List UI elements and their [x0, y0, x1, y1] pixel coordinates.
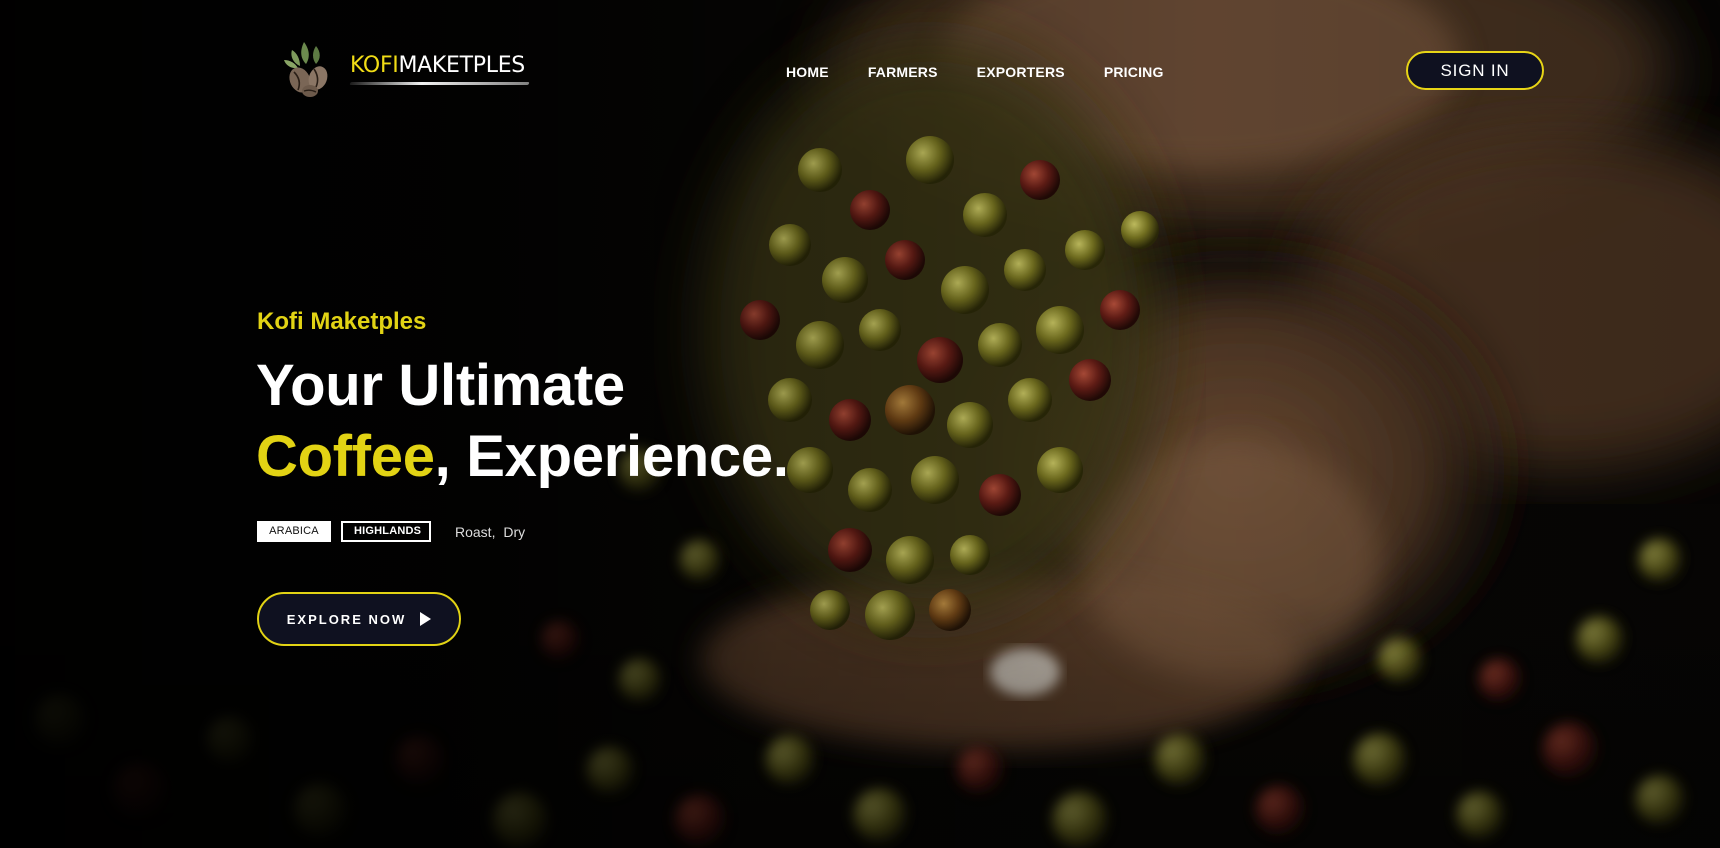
- explore-now-label: EXPLORE NOW: [286, 611, 407, 627]
- main-nav: HOME FARMERS EXPORTERS PRICING: [786, 64, 1203, 80]
- headline-accent-word: Coffee: [256, 424, 435, 489]
- logo-text-kofi: KOFI: [350, 53, 399, 78]
- hero-eyebrow: Kofi Maketples: [257, 308, 427, 335]
- nav-farmers[interactable]: FARMERS: [868, 64, 938, 80]
- logo-text-maketples: MAKETPLES: [398, 53, 525, 78]
- nav-pricing[interactable]: PRICING: [1104, 64, 1164, 80]
- nav-exporters[interactable]: EXPORTERS: [977, 64, 1065, 80]
- sign-in-button[interactable]: SIGN IN: [1406, 51, 1544, 90]
- product-tags: ARABICA HIGHLANDS Roast, Dry: [257, 521, 525, 542]
- logo-underline: [349, 82, 530, 85]
- brand-logo[interactable]: KOFIMAKETPLES: [276, 36, 530, 100]
- coffee-beans-leaf-icon: [284, 42, 328, 97]
- tag-highlands: HIGHLANDS: [341, 521, 431, 542]
- explore-now-button[interactable]: EXPLORE NOW: [257, 592, 461, 646]
- logo-wordmark: KOFIMAKETPLES: [349, 53, 530, 85]
- nav-home[interactable]: HOME: [786, 64, 829, 80]
- hero-section: KOFIMAKETPLES HOME FARMERS EXPORTERS PRI…: [0, 0, 1720, 848]
- tag-arabica: ARABICA: [257, 521, 331, 542]
- hero-headline: Your Ultimate Coffee, Experience.: [256, 350, 789, 492]
- tag-process-text: Roast, Dry: [455, 523, 526, 540]
- headline-rest: , Experience.: [434, 424, 789, 489]
- play-icon: [420, 612, 432, 626]
- headline-line1: Your Ultimate: [256, 353, 625, 418]
